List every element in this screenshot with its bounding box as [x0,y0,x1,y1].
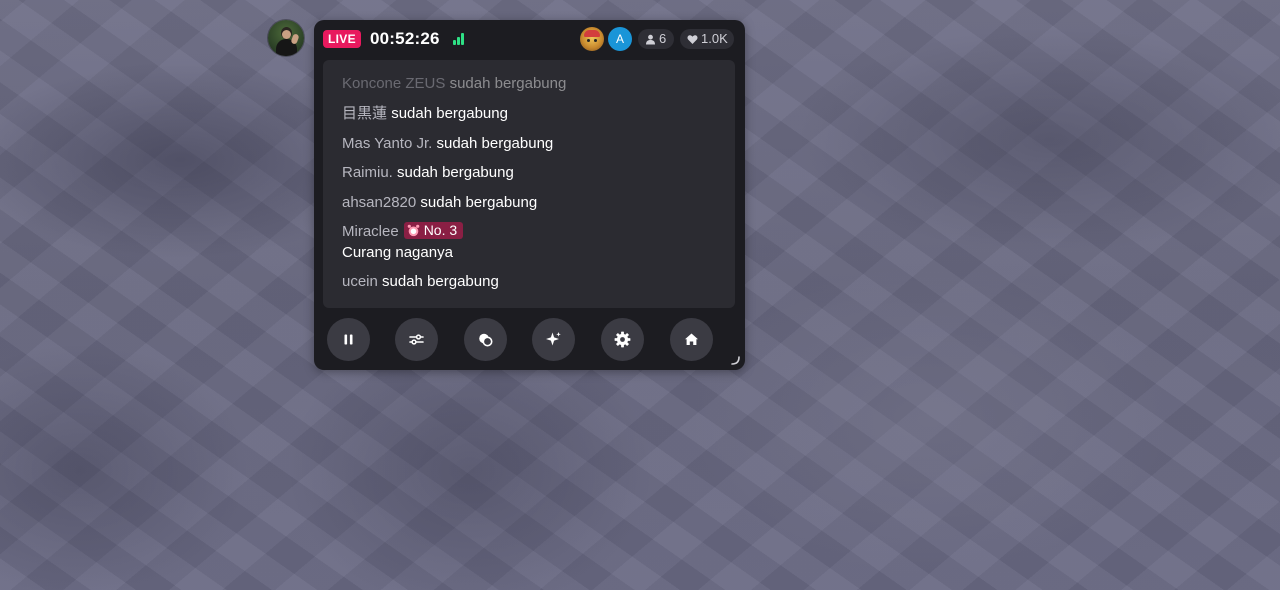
effects-button[interactable] [464,318,507,361]
chat-message: 目黒蓮 sudah bergabung [342,105,508,123]
signal-strength-icon [453,33,467,45]
enhance-button[interactable] [532,318,575,361]
like-count[interactable]: 1.0K [680,29,734,49]
host-avatar-face [282,30,291,39]
chat-message: Miraclee No. 3 [342,222,464,241]
host-avatar[interactable] [268,20,304,56]
rank-badge: No. 3 [403,222,464,239]
chat-message: Mas Yanto Jr. sudah bergabung [342,135,553,153]
chat-action: sudah bergabung [397,164,514,181]
top-viewer-avatar-eye [594,39,597,42]
chat-action: sudah bergabung [382,273,499,290]
chat-message: Koncone ZEUS sudah bergabung [342,75,566,93]
heart-icon [687,35,698,44]
settings-button[interactable] [601,318,644,361]
settings-icon [614,331,631,348]
chat-username[interactable]: Koncone ZEUS [342,75,445,92]
sparkle-icon [546,332,561,346]
chat-username[interactable]: ucein [342,273,378,290]
top-viewer-avatar-eye [587,39,590,42]
stream-status-bar: LIVE 00:52:26 A 6 1.0K [314,20,745,60]
adjust-button[interactable] [395,318,438,361]
stream-timer: 00:52:26 [370,29,440,48]
live-badge: LIVE [323,30,361,48]
chat-username[interactable]: Miraclee [342,223,399,240]
pause-icon [344,334,353,345]
host-avatar-hand [290,33,300,45]
like-count-value: 1.0K [701,31,728,46]
home-icon [685,333,698,345]
pause-button[interactable] [327,318,370,361]
viewer-count[interactable]: 6 [638,29,674,49]
chat-username[interactable]: ahsan2820 [342,194,416,211]
live-stream-panel: LIVE 00:52:26 A 6 1.0K Koncone ZEUS suda… [314,20,745,370]
viewer-count-value: 6 [659,31,667,46]
chat-username[interactable]: Mas Yanto Jr. [342,135,432,152]
top-viewer-avatar[interactable]: A [608,27,632,51]
chat-action: sudah bergabung [420,194,538,211]
effects-icon [479,333,493,347]
person-icon [646,34,655,45]
chat-username[interactable]: 目黒蓮 [342,105,387,122]
chat-comment: Curang naganya [342,244,453,261]
home-button[interactable] [670,318,713,361]
resize-handle-icon[interactable] [731,356,740,365]
sliders-icon [409,334,424,345]
chat-feed[interactable]: Koncone ZEUS sudah bergabung 目黒蓮 sudah b… [323,60,735,308]
alarm-medal-icon [407,224,419,237]
chat-action: sudah bergabung [449,75,567,92]
chat-message: ahsan2820 sudah bergabung [342,194,537,212]
top-viewer-avatar-hat [584,30,600,37]
rank-badge-label: No. 3 [423,222,458,238]
chat-action: sudah bergabung [436,135,554,152]
chat-message: Raimiu. sudah bergabung [342,164,514,182]
chat-message: ucein sudah bergabung [342,273,499,291]
chat-username[interactable]: Raimiu. [342,164,393,181]
chat-action: sudah bergabung [391,105,508,122]
top-viewer-avatar[interactable] [580,27,604,51]
